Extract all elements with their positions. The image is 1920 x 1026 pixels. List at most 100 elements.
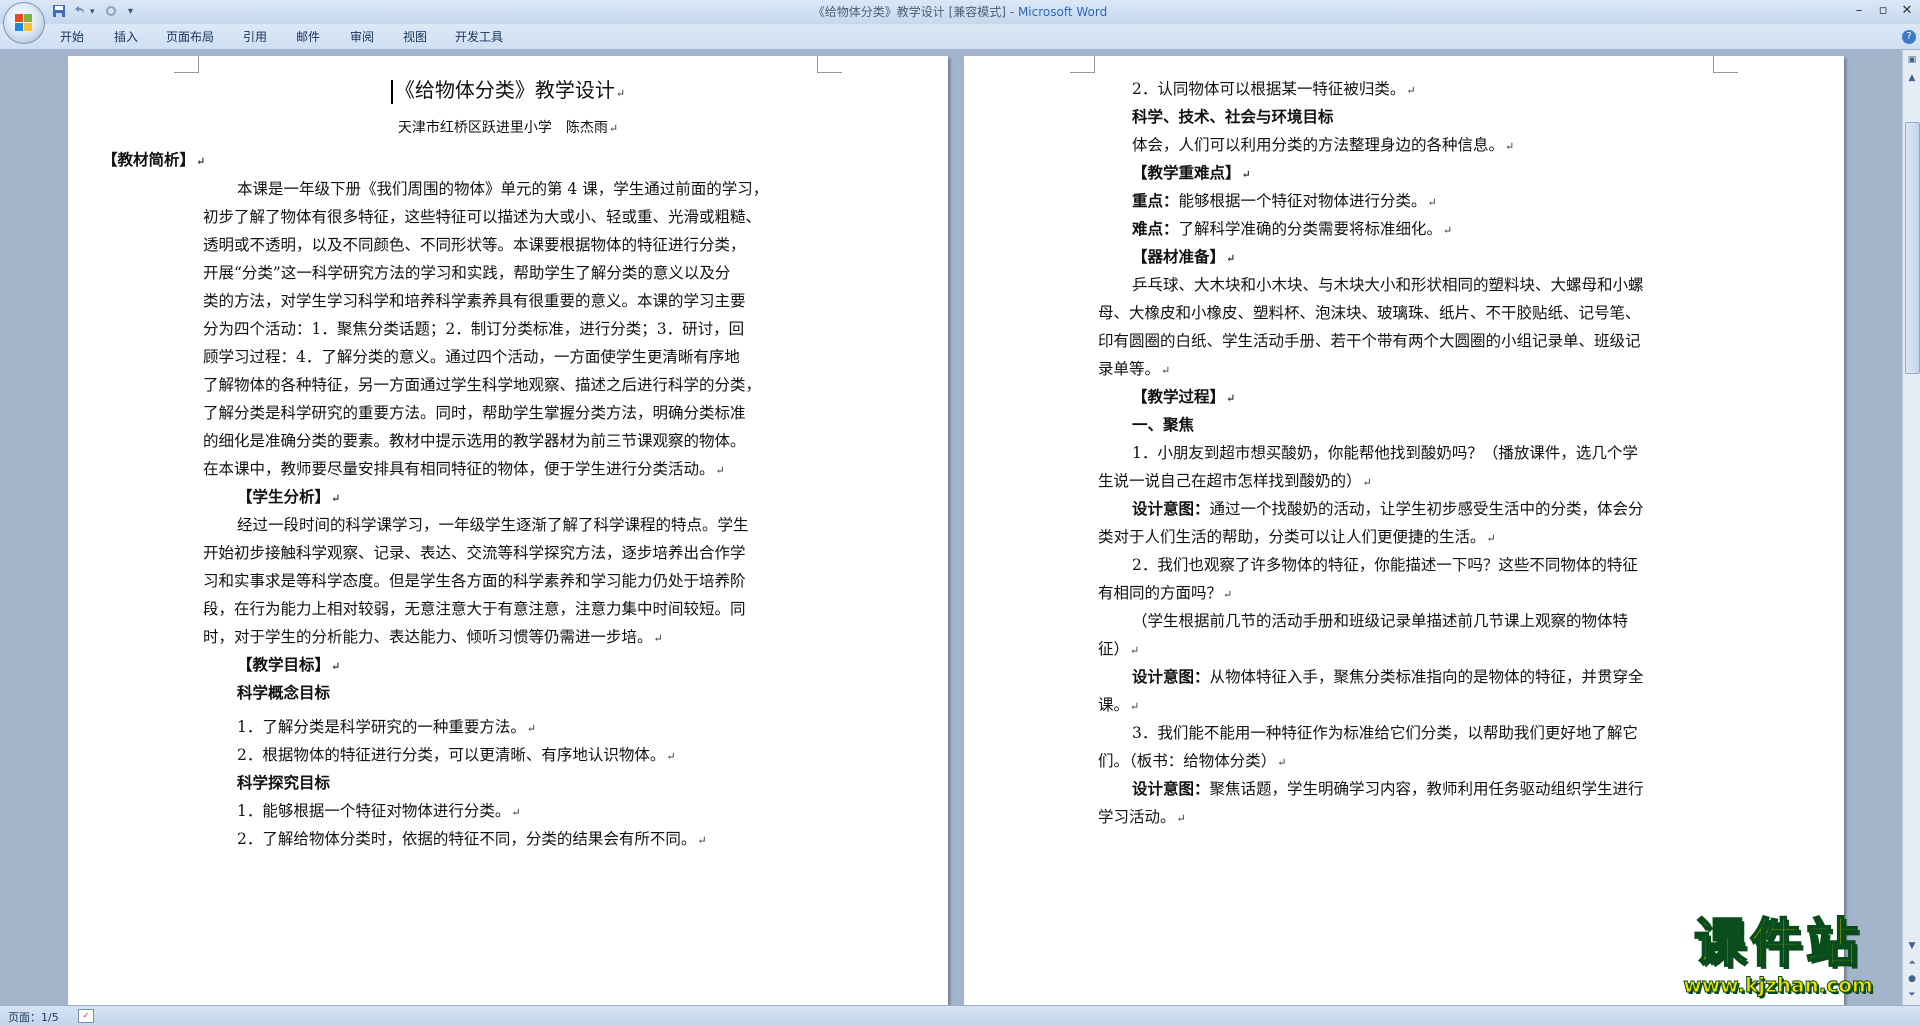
paragraph-line[interactable]: 开始初步接触科学观察、记录、表达、交流等科学探究方法，逐步培养出合作学	[203, 541, 948, 563]
paragraph-line[interactable]: 课。↵	[1098, 693, 1844, 715]
paragraph-text: 的细化是准确分类的要素。教材中提示选用的教学器材为前三节课观察的物体。	[203, 432, 746, 450]
page-1: 《给物体分类》教学设计↵ 天津市红桥区跃进里小学 陈杰雨↵ 【教材简析】↵ 本课…	[68, 56, 948, 1005]
paragraph-line[interactable]: 设计意图：通过一个找酸奶的活动，让学生初步感受生活中的分类，体会分	[1098, 497, 1844, 519]
paragraph-line[interactable]: 段，在行为能力上相对较弱，无意注意大于有意注意，注意力集中时间较短。同	[203, 597, 948, 619]
ruler-toggle-icon[interactable]: ▣	[1904, 52, 1920, 68]
paragraph-line[interactable]: 设计意图：从物体特征入手，聚焦分类标准指向的是物体的特征，并贯穿全	[1098, 665, 1844, 687]
paragraph-line[interactable]: 印有圆圈的白纸、学生活动手册、若干个带有两个大圆圈的小组记录单、班级记	[1098, 329, 1844, 351]
paragraph-line[interactable]: 顾学习过程：4．了解分类的意义。通过四个活动，一方面使学生更清晰有序地	[203, 345, 948, 367]
paragraph-line[interactable]: 初步了解了物体有很多特征，这些特征可以描述为大或小、轻或重、光滑或粗糙、	[203, 205, 948, 227]
minimize-button[interactable]: –	[1848, 2, 1870, 20]
paragraph-line[interactable]: 设计意图：聚焦话题，学生明确学习内容，教师利用任务驱动组织学生进行	[1098, 777, 1844, 799]
page-count[interactable]: 页面：1/5	[8, 1009, 59, 1025]
subheading-text: 科学概念目标	[237, 683, 331, 702]
ribbon-tabs: 开始 插入 页面布局 引用 邮件 审阅 视图 开发工具	[0, 24, 1920, 50]
paragraph-line[interactable]: 的细化是准确分类的要素。教材中提示选用的教学器材为前三节课观察的物体。	[203, 429, 948, 451]
paragraph-line[interactable]: 类的方法，对学生学习科学和培养科学素养具有很重要的意义。本课的学习主要	[203, 289, 948, 311]
tab-developer[interactable]: 开发工具	[455, 29, 503, 45]
paragraph-line[interactable]: 1．小朋友到超市想买酸奶，你能帮他找到酸奶吗？（播放课件，选几个学	[1098, 441, 1844, 463]
list-item[interactable]: 1．了解分类是科学研究的一种重要方法。↵	[203, 715, 948, 737]
paragraph-line[interactable]: 乒乓球、大木块和小木块、与木块大小和形状相同的塑料块、大螺母和小螺	[1098, 273, 1844, 295]
select-browse-object-icon[interactable]: ●	[1904, 971, 1920, 987]
scroll-up-icon[interactable]: ▲	[1904, 70, 1920, 86]
margin-corner-mark	[817, 56, 842, 73]
scroll-down-icon[interactable]: ▼	[1904, 938, 1920, 954]
design-intent-label: 设计意图：	[1132, 667, 1210, 686]
section-heading[interactable]: 【教学过程】↵	[1098, 385, 1844, 407]
section-heading[interactable]: 【教材简析】↵	[68, 148, 948, 170]
paragraph-line[interactable]: 了解分类是科学研究的重要方法。同时，帮助学生掌握分类方法，明确分类标准	[203, 401, 948, 423]
app-name: Microsoft Word	[1017, 5, 1108, 19]
section-heading[interactable]: 【器材准备】↵	[1098, 245, 1844, 267]
list-item[interactable]: 1．能够根据一个特征对物体进行分类。↵	[203, 799, 948, 821]
customize-toolbar-icon[interactable]: ▾	[128, 4, 133, 20]
paragraph-text: 1．小朋友到超市想买酸奶，你能帮他找到酸奶吗？（播放课件，选几个学	[1132, 444, 1638, 462]
paragraph-line[interactable]: 难点：了解科学准确的分类需要将标准细化。↵	[1098, 217, 1844, 239]
subheading[interactable]: 一、聚焦	[1098, 413, 1844, 435]
vertical-scrollbar[interactable]: ▣ ▲ ▼ ⏶ ● ⏷	[1902, 50, 1920, 1005]
section-heading[interactable]: 【教学目标】↵	[203, 653, 948, 675]
next-page-icon[interactable]: ⏷	[1904, 987, 1920, 1003]
list-item[interactable]: 2．根据物体的特征进行分类，可以更清晰、有序地认识物体。↵	[203, 743, 948, 765]
paragraph-line[interactable]: 学习活动。↵	[1098, 805, 1844, 827]
paragraph-line[interactable]: 3．我们能不能用一种特征作为标准给它们分类，以帮助我们更好地了解它	[1098, 721, 1844, 743]
paragraph-line[interactable]: 开展“分类”这一科学研究方法的学习和实践，帮助学生了解分类的意义以及分	[203, 261, 948, 283]
paragraph-line[interactable]: 习和实事求是等科学态度。但是学生各方面的科学素养和学习能力仍处于培养阶	[203, 569, 948, 591]
section-heading[interactable]: 【教学重难点】↵	[1098, 161, 1844, 183]
paragraph-line[interactable]: 本课是一年级下册《我们周围的物体》单元的第 4 课，学生通过前面的学习，	[203, 177, 948, 199]
paragraph-line[interactable]: 类对于人们生活的帮助，分类可以让人们更便捷的生活。↵	[1098, 525, 1844, 547]
paragraph-line[interactable]: 征）↵	[1098, 637, 1844, 659]
tab-home[interactable]: 开始	[60, 29, 84, 45]
list-item[interactable]: 2．了解给物体分类时，依据的特征不同，分类的结果会有所不同。↵	[203, 827, 948, 849]
difficulty-label: 难点：	[1132, 219, 1179, 238]
undo-icon[interactable]	[72, 4, 86, 20]
paragraph-line[interactable]: 了解物体的各种特征，另一方面通过学生科学地观察、描述之后进行科学的分类，	[203, 373, 948, 395]
scroll-thumb[interactable]	[1905, 122, 1920, 374]
section-heading[interactable]: 【学生分析】↵	[203, 485, 948, 507]
subheading[interactable]: 科学、技术、社会与环境目标	[1098, 105, 1844, 127]
tab-references[interactable]: 引用	[243, 29, 267, 45]
paragraph-text: 课。	[1098, 696, 1130, 714]
close-button[interactable]: ✕	[1896, 2, 1918, 20]
document-title[interactable]: 《给物体分类》教学设计↵	[68, 74, 948, 104]
paragraph-line[interactable]: 分为四个活动：1．聚焦分类话题；2．制订分类标准，进行分类；3．研讨，回	[203, 317, 948, 339]
subheading-text: 科学、技术、社会与环境目标	[1132, 107, 1334, 126]
paragraph-line[interactable]: 时，对于学生的分析能力、表达能力、倾听习惯等仍需进一步培。↵	[203, 625, 948, 647]
tab-review[interactable]: 审阅	[350, 29, 374, 45]
paragraph-text: 有相同的方面吗？	[1098, 584, 1223, 602]
tab-view[interactable]: 视图	[403, 29, 427, 45]
key-point-label: 重点：	[1132, 191, 1179, 210]
paragraph-line[interactable]: 经过一段时间的科学课学习，一年级学生逐渐了解了科学课程的特点。学生	[203, 513, 948, 535]
paragraph-line[interactable]: 母、大橡皮和小橡皮、塑料杯、泡沫块、玻璃珠、纸片、不干胶贴纸、记号笔、	[1098, 301, 1844, 323]
subheading[interactable]: 科学探究目标	[203, 771, 948, 793]
paragraph-line[interactable]: 在本课中，教师要尽量安排具有相同特征的物体，便于学生进行分类活动。↵	[203, 457, 948, 479]
redo-icon[interactable]	[104, 4, 118, 20]
paragraph-text: 了解科学准确的分类需要将标准细化。	[1178, 220, 1443, 238]
list-item-text: 1．能够根据一个特征对物体进行分类。	[237, 802, 511, 820]
undo-dropdown-icon[interactable]: ▾	[90, 4, 95, 20]
paragraph-line[interactable]: 有相同的方面吗？↵	[1098, 581, 1844, 603]
tab-mailings[interactable]: 邮件	[296, 29, 320, 45]
previous-page-icon[interactable]: ⏶	[1904, 955, 1920, 971]
paragraph-text: 在本课中，教师要尽量安排具有相同特征的物体，便于学生进行分类活动。	[203, 460, 715, 478]
restore-button[interactable]: ▫	[1872, 2, 1894, 20]
paragraph-line[interactable]: 们。（板书：给物体分类）↵	[1098, 749, 1844, 771]
paragraph-line[interactable]: （学生根据前几节的活动手册和班级记录单描述前几节课上观察的物体特	[1098, 609, 1844, 631]
subheading[interactable]: 科学概念目标	[203, 681, 948, 703]
tab-page-layout[interactable]: 页面布局	[166, 29, 214, 45]
proofing-icon[interactable]: ✓	[78, 1009, 94, 1023]
office-button[interactable]	[3, 2, 45, 44]
paragraph-line[interactable]: 体会，人们可以利用分类的方法整理身边的各种信息。↵	[1098, 133, 1844, 155]
tab-insert[interactable]: 插入	[114, 29, 138, 45]
paragraph-line[interactable]: 重点：能够根据一个特征对物体进行分类。↵	[1098, 189, 1844, 211]
paragraph-line[interactable]: 生说一说自己在超市怎样找到酸奶的）↵	[1098, 469, 1844, 491]
paragraph-line[interactable]: 透明或不透明，以及不同颜色、不同形状等。本课要根据物体的特征进行分类，	[203, 233, 948, 255]
paragraph-text: 2．我们也观察了许多物体的特征，你能描述一下吗？这些不同物体的特征	[1132, 556, 1638, 574]
paragraph-line[interactable]: 录单等。↵	[1098, 357, 1844, 379]
author-line[interactable]: 天津市红桥区跃进里小学 陈杰雨↵	[68, 117, 948, 137]
paragraph-line[interactable]: 2．我们也观察了许多物体的特征，你能描述一下吗？这些不同物体的特征	[1098, 553, 1844, 575]
list-item[interactable]: 2．认同物体可以根据某一特征被归类。↵	[1098, 77, 1844, 99]
help-icon[interactable]: ?	[1902, 30, 1916, 44]
save-icon[interactable]	[52, 4, 66, 20]
section-heading-text: 【教学目标】	[237, 655, 331, 674]
